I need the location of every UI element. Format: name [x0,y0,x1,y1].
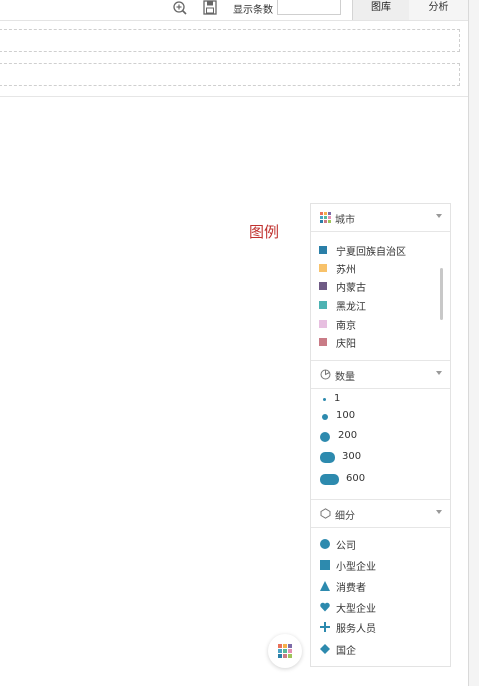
legend-section-title: 细分 [335,511,355,522]
legend-item-city[interactable]: 庆阳 [311,334,431,350]
legend-item-city[interactable]: 内蒙古 [311,278,431,294]
legend-panel: 城市 宁夏回族自治区 苏州 内蒙古 黑龙江 南京 庆阳 数量 1 100 200… [310,203,451,667]
size-mark [322,414,328,420]
circle-icon [320,539,330,549]
diamond-icon [320,644,330,654]
legend-item-size[interactable]: 600 [311,472,431,488]
legend-section-title: 城市 [335,215,355,226]
legend-toggle-button[interactable] [268,634,302,668]
shape-icon [320,508,331,519]
legend-item-size[interactable]: 1 [311,392,431,408]
triangle-icon [320,581,330,591]
color-swatch [319,282,327,290]
legend-item-label: 1 [334,393,341,404]
legend-item-city[interactable]: 黑龙江 [311,297,431,313]
legend-item-shape[interactable]: 大型企业 [311,599,431,615]
legend-item-label: 内蒙古 [336,283,366,294]
legend-item-shape[interactable]: 公司 [311,536,431,552]
legend-item-city[interactable]: 苏州 [311,260,431,276]
chevron-down-icon[interactable] [436,214,442,218]
legend-item-shape[interactable]: 国企 [311,641,431,657]
legend-item-label: 黑龙江 [336,302,366,313]
legend-section-title: 数量 [335,372,355,383]
drop-zone-columns[interactable] [0,29,460,52]
color-grid-icon [278,644,292,658]
legend-item-label: 300 [342,451,362,462]
color-swatch [319,320,327,328]
save-icon[interactable] [202,0,218,16]
legend-item-city[interactable]: 南京 [311,316,431,332]
color-swatch [319,301,327,309]
zoom-in-icon[interactable] [172,0,188,16]
legend-item-label: 200 [338,430,358,441]
legend-item-label: 服务人员 [336,624,376,635]
heart-icon [320,602,330,612]
legend-item-label: 庆阳 [336,339,356,350]
color-grid-icon [320,212,331,223]
legend-note-label: 图例 [249,223,280,241]
drop-zone-rows[interactable] [0,63,460,86]
legend-item-label: 小型企业 [336,562,376,573]
size-icon [320,369,331,380]
legend-item-label: 600 [346,473,366,484]
size-mark [320,474,339,485]
legend-item-label: 大型企业 [336,604,376,615]
legend-item-label: 消费者 [336,583,366,594]
square-icon [320,560,330,570]
size-mark [323,398,326,401]
size-mark [320,432,330,442]
display-count-input[interactable] [277,0,341,15]
legend-item-label: 苏州 [336,265,356,276]
legend-item-label: 国企 [336,646,356,657]
legend-section-header-segment[interactable]: 细分 [311,499,450,528]
tab-gallery[interactable]: 图库 [352,0,410,20]
tab-analysis[interactable]: 分析 [409,0,468,20]
display-count-label: 显示条数 [233,5,273,16]
legend-item-shape[interactable]: 小型企业 [311,557,431,573]
legend-item-size[interactable]: 100 [311,409,431,425]
chevron-down-icon[interactable] [436,510,442,514]
legend-item-label: 公司 [336,541,356,552]
toolbar: 显示条数 图库 分析 [0,0,468,21]
legend-item-label: 100 [336,410,356,421]
size-mark [320,452,335,463]
legend-item-city[interactable]: 宁夏回族自治区 [311,242,431,258]
color-swatch [319,246,327,254]
legend-section-header-city[interactable]: 城市 [311,204,450,232]
legend-item-shape[interactable]: 服务人员 [311,619,431,635]
plus-icon [320,622,330,632]
right-gutter [469,0,479,686]
color-swatch [319,264,327,272]
legend-scrollbar[interactable] [440,268,443,320]
legend-item-label: 南京 [336,321,356,332]
canvas-divider [0,96,468,97]
legend-section-header-quantity[interactable]: 数量 [311,360,450,389]
legend-item-label: 宁夏回族自治区 [336,247,406,258]
legend-item-size[interactable]: 200 [311,429,431,445]
legend-item-shape[interactable]: 消费者 [311,578,431,594]
legend-item-size[interactable]: 300 [311,450,431,466]
chevron-down-icon[interactable] [436,371,442,375]
color-swatch [319,338,327,346]
